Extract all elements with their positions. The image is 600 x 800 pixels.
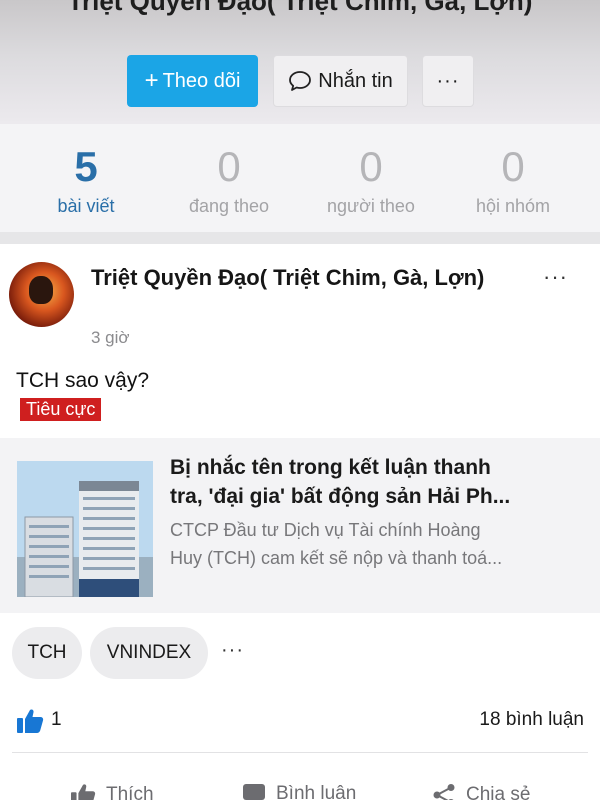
post-time: 3 giờ [91,328,130,347]
share-label: Chia sẻ [466,784,531,800]
comment-label: Bình luận [276,783,357,800]
plus-icon: + [144,67,159,94]
comment-count[interactable]: 18 bình luận [479,709,584,731]
stat-label: bài viết [57,196,115,216]
article-title-line: Bị nhắc tên trong kết luận thanh [170,456,491,479]
tag-chip-vnindex[interactable]: VNINDEX [90,627,208,679]
like-button[interactable]: Thích [70,783,154,800]
message-button[interactable]: Nhắn tin [273,55,408,107]
avatar[interactable] [9,262,74,327]
share-button[interactable]: Chia sẻ [432,783,530,800]
thumbs-up-icon [71,784,96,800]
post-author[interactable]: Triệt Quyền Đạo( Triệt Chim, Gà, Lợn) [91,262,511,293]
actions-divider [12,752,588,753]
more-dots-icon: ··· [221,639,244,661]
speech-bubble-icon [289,71,312,91]
stat-label: hội nhóm [475,196,551,216]
sentiment-badge: Tiêu cực [20,398,102,421]
tags-more-button[interactable]: ··· [221,639,244,662]
profile-header: Triệt Quyền Đạo( Triệt Chim, Gà, Lợn) + … [0,0,600,124]
follow-button[interactable]: + Theo dõi [127,55,258,107]
stat-value: 0 [217,143,241,190]
article-desc-line: CTCP Đầu tư Dịch vụ Tài chính Hoàng [170,520,481,540]
stat-value: 5 [74,143,98,190]
more-dots-icon: ··· [543,264,568,289]
article-title-line: tra, 'đại gia' bất động sản Hải Ph... [170,485,511,508]
stat-label: người theo [327,196,415,216]
comment-button[interactable]: Bình luận [242,783,356,800]
stat-posts[interactable]: 5 bài viết [11,142,161,217]
stat-followers[interactable]: 0 người theo [296,142,446,217]
post-text: TCH sao vậy? [16,369,150,392]
like-count: 1 [51,709,62,730]
stat-value: 0 [359,143,383,190]
link-preview-card[interactable]: Bị nhắc tên trong kết luận thanh tra, 'đ… [0,438,600,613]
comment-icon [243,784,265,800]
tag-chip-tch[interactable]: TCH [12,627,82,679]
article-thumbnail [17,461,153,597]
stat-following[interactable]: 0 đang theo [154,142,304,217]
article-desc-line: Huy (TCH) cam kết sẽ nộp và thanh toá... [170,548,503,568]
thumbs-up-icon [17,709,44,733]
message-label: Nhắn tin [318,69,393,92]
stat-label: đang theo [188,196,270,216]
stat-value: 0 [501,143,525,190]
follow-label: Theo dõi [162,69,241,92]
article-title[interactable]: Bị nhắc tên trong kết luận thanh tra, 'đ… [170,453,585,511]
stat-groups[interactable]: 0 hội nhóm [438,142,588,217]
profile-stats: 5 bài viết 0 đang theo 0 người theo 0 hộ… [0,124,600,232]
article-description: CTCP Đầu tư Dịch vụ Tài chính Hoàng Huy … [170,516,585,572]
like-label: Thích [106,784,154,800]
more-options-button[interactable]: ··· [422,55,474,107]
post-menu-button[interactable]: ··· [543,264,568,290]
more-dots-icon: ··· [436,69,460,92]
profile-name: Triệt Quyền Đạo( Triệt Chim, Gà, Lợn) [67,0,533,16]
section-divider [0,232,600,244]
share-icon [433,784,455,800]
